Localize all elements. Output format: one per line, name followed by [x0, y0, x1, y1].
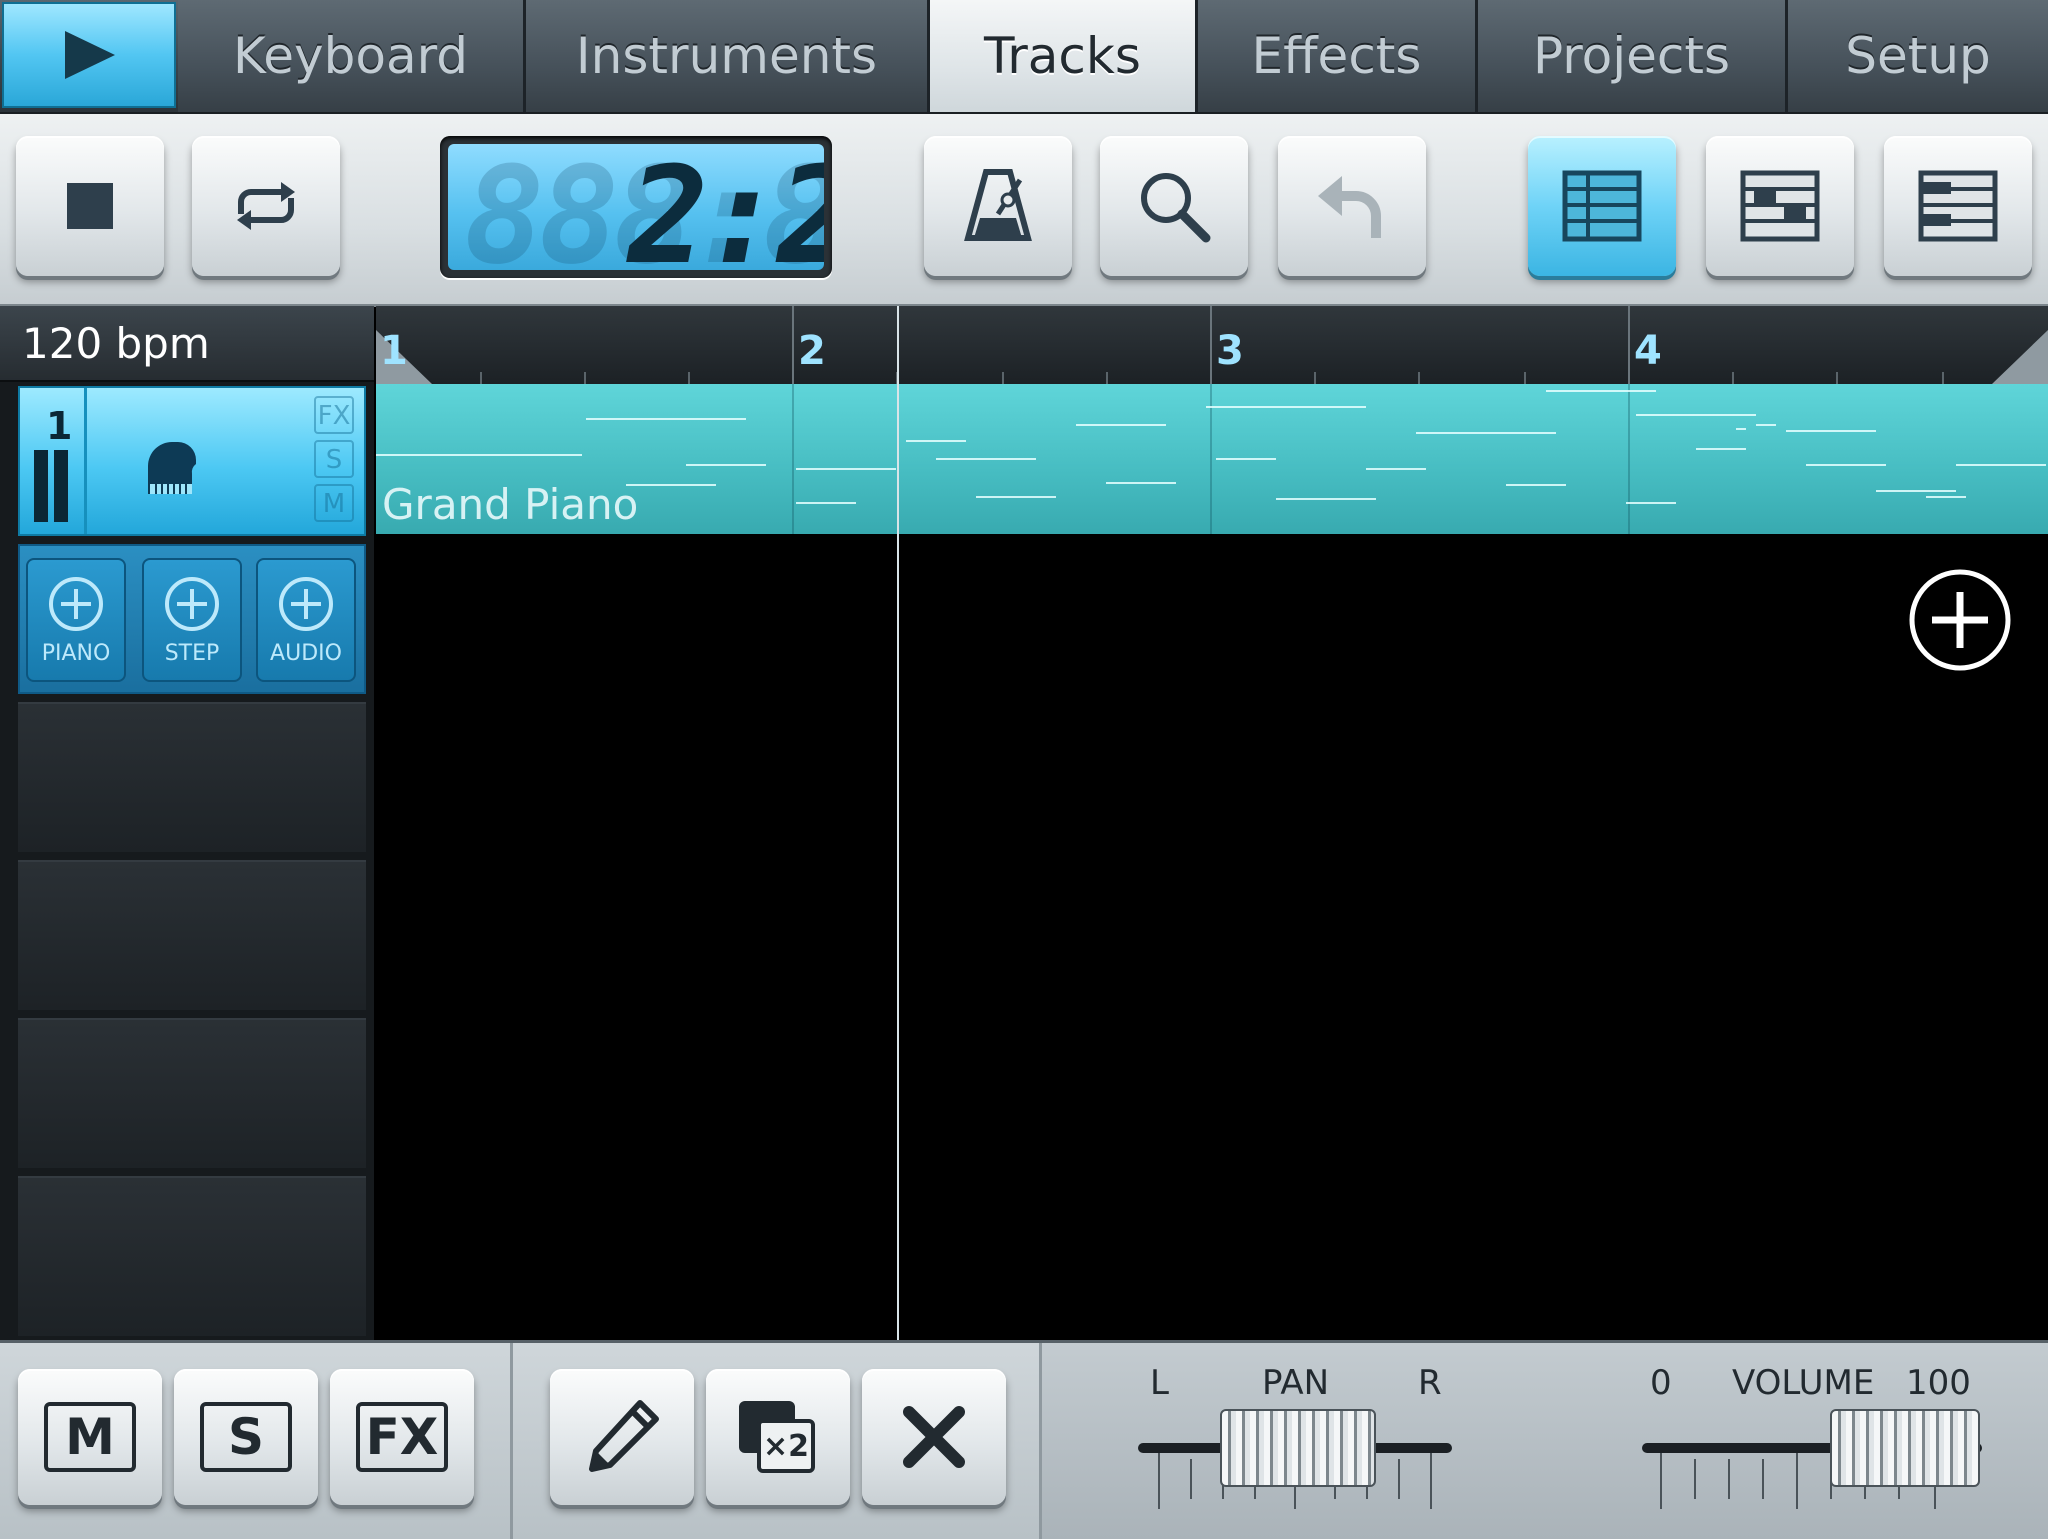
clip-name: Grand Piano	[382, 480, 639, 529]
add-button-label: STEP	[164, 640, 220, 666]
pan-slider-knob[interactable]	[1220, 1409, 1376, 1487]
add-button-label: AUDIO	[270, 640, 342, 666]
toolbar: 888:8 2:2	[0, 114, 2048, 307]
empty-track-slot	[18, 1176, 366, 1336]
tab-projects[interactable]: Projects	[1478, 0, 1788, 112]
loop-button[interactable]	[192, 136, 340, 276]
playhead[interactable]	[897, 306, 899, 1340]
tab-label: Tracks	[984, 27, 1141, 85]
undo-button[interactable]	[1278, 136, 1426, 276]
timeline-ruler[interactable]: 1 2 3 4	[376, 306, 2048, 386]
tab-label: Instruments	[575, 27, 878, 85]
pencil-icon	[589, 1400, 659, 1472]
plus-circle-icon	[49, 576, 103, 631]
bar-line	[1628, 306, 1630, 384]
tab-instruments[interactable]: Instruments	[526, 0, 930, 112]
bar-number: 4	[1634, 328, 1662, 374]
undo-icon	[1318, 176, 1381, 238]
play-button[interactable]	[2, 2, 176, 108]
duplicate-badge: ×2	[757, 1419, 815, 1473]
stop-icon	[67, 183, 113, 229]
mute-label: M	[44, 1402, 136, 1472]
volume-slider-knob[interactable]	[1830, 1409, 1980, 1487]
track-fx-button[interactable]: FX	[314, 396, 354, 434]
duplicate-icon: ×2	[739, 1401, 817, 1473]
pattern-view-icon	[1740, 170, 1820, 242]
empty-track-slot	[18, 1018, 366, 1168]
plus-circle-icon	[279, 576, 333, 631]
metronome-button[interactable]	[924, 136, 1072, 276]
zoom-icon	[1141, 173, 1211, 243]
track-number: 1	[46, 404, 73, 448]
pan-left-label: L	[1150, 1363, 1169, 1403]
tab-setup[interactable]: Setup	[1788, 0, 2048, 112]
bottom-bar: M S FX ×2 L PAN R 0 VOLUME 100	[0, 1340, 2048, 1539]
add-track-plus-icon[interactable]	[1908, 568, 2012, 672]
volume-max-label: 100	[1906, 1363, 1971, 1403]
fx-label: FX	[356, 1402, 448, 1472]
zoom-button[interactable]	[1100, 136, 1248, 276]
add-piano-track-button[interactable]: PIANO	[26, 558, 126, 682]
plus-circle-icon	[165, 576, 219, 631]
volume-label: VOLUME	[1732, 1363, 1875, 1403]
bar-line	[1210, 306, 1212, 384]
duplicate-button[interactable]: ×2	[706, 1369, 850, 1505]
tab-keyboard[interactable]: Keyboard	[178, 0, 526, 112]
fx-button[interactable]: FX	[330, 1369, 474, 1505]
position-display: 888:8 2:2	[440, 136, 832, 278]
mixer-controls: L PAN R 0 VOLUME 100	[1039, 1343, 2048, 1539]
empty-track-slot	[18, 702, 366, 852]
level-meter	[34, 450, 68, 522]
add-track-row: PIANO STEP AUDIO	[18, 544, 366, 694]
loop-end-marker[interactable]	[1992, 330, 2048, 384]
tempo-display[interactable]: 120 bpm	[0, 306, 374, 382]
tab-label: Setup	[1845, 27, 1991, 85]
song-view-button[interactable]	[1528, 136, 1676, 276]
pattern-clip[interactable]: Grand Piano	[376, 384, 2048, 534]
track-list-panel: 120 bpm 1 FX S M PIANO STEP AUDIO	[0, 306, 374, 1342]
volume-min-label: 0	[1650, 1363, 1672, 1403]
bar-number: 3	[1216, 328, 1244, 374]
track-mute-button[interactable]: M	[314, 484, 354, 522]
piano-roll-view-icon	[1918, 170, 1998, 242]
pan-label: PAN	[1262, 1363, 1330, 1403]
stop-button[interactable]	[16, 136, 164, 276]
loop-icon	[237, 182, 295, 230]
solo-button[interactable]: S	[174, 1369, 318, 1505]
draw-button[interactable]	[550, 1369, 694, 1505]
piano-roll-view-button[interactable]	[1884, 136, 2032, 276]
track-header-divider	[84, 388, 87, 534]
bar-line	[792, 306, 794, 384]
tab-label: Projects	[1532, 27, 1731, 85]
pan-right-label: R	[1418, 1363, 1442, 1403]
delete-button[interactable]	[862, 1369, 1006, 1505]
track-header[interactable]: 1 FX S M	[18, 386, 366, 536]
mute-button[interactable]: M	[18, 1369, 162, 1505]
tab-label: Keyboard	[232, 27, 469, 85]
pattern-view-button[interactable]	[1706, 136, 1854, 276]
empty-track-slot	[18, 860, 366, 1010]
track-solo-button[interactable]: S	[314, 440, 354, 478]
song-view-icon	[1562, 170, 1642, 242]
add-button-label: PIANO	[41, 640, 111, 666]
bar-number: 1	[380, 328, 408, 374]
tab-tracks[interactable]: Tracks	[930, 0, 1198, 112]
tab-label: Effects	[1251, 27, 1422, 85]
add-audio-track-button[interactable]: AUDIO	[256, 558, 356, 682]
play-icon	[65, 31, 115, 79]
tab-effects[interactable]: Effects	[1198, 0, 1478, 112]
main-tab-bar: Keyboard Instruments Tracks Effects Proj…	[0, 0, 2048, 114]
grand-piano-icon	[148, 442, 196, 494]
close-icon	[903, 1406, 965, 1468]
add-step-track-button[interactable]: STEP	[142, 558, 242, 682]
solo-label: S	[200, 1402, 292, 1472]
bar-number: 2	[798, 328, 826, 374]
metronome-icon	[964, 169, 1032, 241]
lcd-position-value: 2:2	[628, 144, 824, 270]
